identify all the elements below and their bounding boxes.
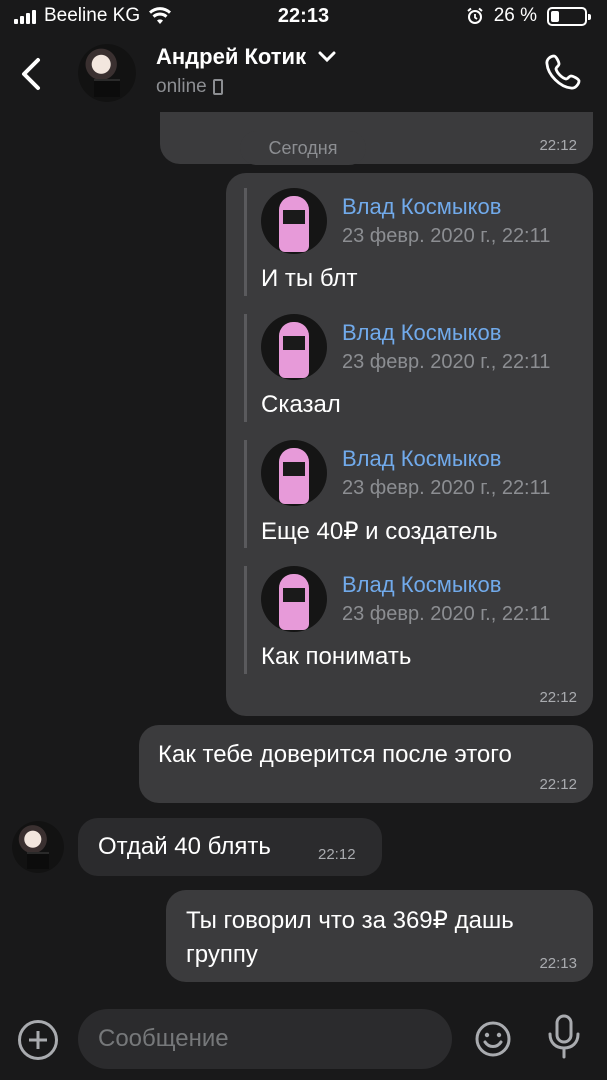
forwarded-date: 23 февр. 2020 г., 22:11 [342, 477, 551, 499]
forwarded-date: 23 февр. 2020 г., 22:11 [342, 603, 551, 625]
chevron-down-icon[interactable] [318, 51, 336, 63]
chat-header: Андрей Котик online [0, 34, 607, 112]
add-icon[interactable] [18, 1020, 58, 1060]
forwarded-text: Еще 40₽ и создатель [261, 518, 498, 545]
battery-icon [547, 6, 591, 26]
forwarded-author[interactable]: Влад Космыков [342, 446, 501, 472]
forwarded-date: 23 февр. 2020 г., 22:11 [342, 351, 551, 373]
presence-label: online [156, 76, 207, 97]
message-time: 22:12 [539, 137, 577, 154]
microphone-icon[interactable] [546, 1014, 582, 1060]
contact-avatar[interactable] [78, 44, 136, 102]
message-text: Ты говорил что за 369₽ дашь группу [186, 907, 514, 968]
forwarded-date: 23 февр. 2020 г., 22:11 [342, 225, 551, 247]
phone-icon[interactable] [543, 52, 583, 92]
message-time: 22:12 [539, 776, 577, 793]
message-text: Отдай 40 блять [98, 833, 271, 860]
forwarded-text: И ты блт [261, 265, 358, 292]
mobile-device-icon [212, 79, 223, 95]
contact-name-label: Андрей Котик [156, 44, 307, 69]
forwarded-text: Как понимать [261, 643, 412, 670]
contact-name[interactable]: Андрей Котик [156, 44, 336, 70]
author-avatar[interactable] [261, 566, 327, 632]
battery-level [551, 10, 560, 22]
forwarded-message[interactable]: Влад Космыков 23 февр. 2020 г., 22:11 И … [244, 188, 574, 296]
forwarded-author[interactable]: Влад Космыков [342, 320, 501, 346]
battery-percent: 26 % [493, 5, 537, 26]
presence-status: online [156, 76, 223, 98]
author-avatar[interactable] [261, 440, 327, 506]
status-bar: Beeline KG 22:13 26 % [0, 0, 607, 34]
forwarded-text: Сказал [261, 391, 341, 418]
author-avatar[interactable] [261, 314, 327, 380]
status-right: 26 % [466, 5, 591, 27]
message-input[interactable]: Сообщение [78, 1009, 452, 1069]
message-text: Как тебе доверится после этого [158, 741, 512, 768]
author-avatar[interactable] [261, 188, 327, 254]
outgoing-message[interactable]: Ты говорил что за 369₽ дашь группу 22:13 [166, 890, 593, 982]
incoming-message[interactable]: Отдай 40 блять 22:12 [78, 818, 382, 876]
forwarded-message[interactable]: Влад Космыков 23 февр. 2020 г., 22:11 Ещ… [244, 440, 574, 548]
forwarded-message[interactable]: Влад Космыков 23 февр. 2020 г., 22:11 Ск… [244, 314, 574, 422]
date-separator: Сегодня [240, 131, 366, 165]
sender-avatar[interactable] [12, 821, 64, 873]
message-time: 22:12 [539, 689, 577, 706]
alarm-icon [467, 7, 483, 24]
message-input-bar: Сообщение [0, 1000, 607, 1080]
message-time: 22:13 [539, 955, 577, 972]
emoji-icon[interactable] [474, 1020, 512, 1058]
forwarded-author[interactable]: Влад Космыков [342, 194, 501, 220]
outgoing-message[interactable]: Как тебе доверится после этого 22:12 [139, 725, 593, 803]
forwarded-author[interactable]: Влад Космыков [342, 572, 501, 598]
message-time: 22:12 [318, 846, 356, 863]
forwarded-message[interactable]: Влад Космыков 23 февр. 2020 г., 22:11 Ка… [244, 566, 574, 674]
back-chevron-icon[interactable] [16, 54, 46, 94]
